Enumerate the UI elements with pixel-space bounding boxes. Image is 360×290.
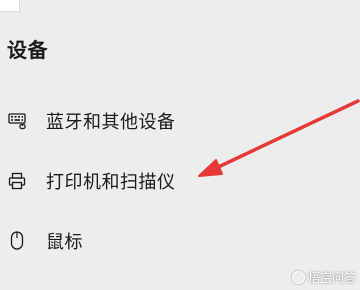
printer-icon: [6, 170, 28, 192]
search-box-edge[interactable]: [0, 0, 20, 12]
section-title: 设备: [7, 38, 48, 62]
nav-item-mouse[interactable]: 鼠标: [0, 221, 260, 261]
nav-item-bluetooth[interactable]: 蓝牙和其他设备: [0, 101, 260, 141]
nav-item-printers[interactable]: 打印机和扫描仪: [0, 161, 260, 201]
watermark-logo-icon: [291, 271, 305, 284]
mouse-icon: [6, 230, 28, 252]
nav-item-label: 鼠标: [46, 232, 83, 253]
nav-item-label: 打印机和扫描仪: [46, 172, 176, 193]
watermark-text: 悟空问答: [307, 271, 356, 285]
watermark: 悟空问答: [291, 269, 356, 286]
nav-item-label: 蓝牙和其他设备: [46, 112, 176, 133]
keyboard-icon: [6, 110, 28, 132]
